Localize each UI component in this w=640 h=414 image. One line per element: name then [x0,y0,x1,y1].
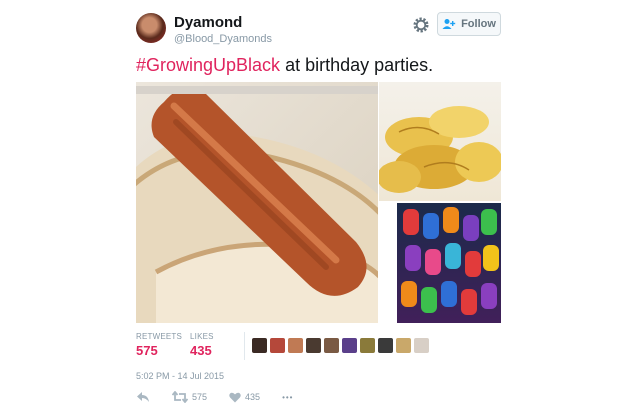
retweet-count: 575 [192,392,208,402]
retweet-button[interactable]: 575 [172,391,207,403]
tweet-card: Dyamond @Blood_Dyamonds Follow #GrowingU… [118,0,522,414]
follow-button[interactable]: Follow [437,12,501,36]
like-count: 435 [245,392,261,402]
liker-avatar[interactable] [342,338,357,353]
liker-avatar[interactable] [324,338,339,353]
liker-avatar[interactable] [360,338,375,353]
follow-person-icon [442,19,456,29]
likes-label: LIKES [190,332,214,341]
retweets-stat[interactable]: RETWEETS 575 [136,332,182,358]
reply-button[interactable] [136,391,150,403]
like-heart-icon [229,392,241,402]
liker-avatar[interactable] [288,338,303,353]
like-button[interactable]: 435 [229,392,260,403]
liker-avatar[interactable] [396,338,411,353]
tweet-timestamp[interactable]: 5:02 PM - 14 Jul 2015 [136,371,224,381]
photo-sausage-sandwich[interactable] [136,82,378,323]
tweet-text: #GrowingUpBlack at birthday parties. [136,55,433,76]
photo-potato-chips[interactable] [379,82,501,201]
gear-icon[interactable] [411,15,431,35]
follow-label: Follow [461,18,496,30]
tweet-stats: RETWEETS 575 LIKES 435 [136,332,501,370]
display-name[interactable]: Dyamond [174,14,242,31]
likes-value: 435 [190,343,212,358]
liker-avatar[interactable] [306,338,321,353]
liker-avatar[interactable] [270,338,285,353]
avatar[interactable] [136,13,166,43]
liker-avatar[interactable] [378,338,393,353]
likes-stat[interactable]: LIKES 435 [190,332,214,358]
retweet-icon [172,391,188,403]
more-icon: ••• [282,392,294,402]
tweet-body: at birthday parties. [280,55,434,75]
reply-icon [137,392,149,402]
retweets-label: RETWEETS [136,332,183,341]
photo-juice-barrels[interactable] [397,203,501,323]
hashtag-link[interactable]: #GrowingUpBlack [136,55,280,75]
more-button[interactable]: ••• [282,393,293,402]
stats-divider [244,332,245,360]
retweets-value: 575 [136,343,158,358]
tweet-actions: 575 435 ••• [136,388,336,406]
liker-avatars [252,338,429,353]
user-handle[interactable]: @Blood_Dyamonds [174,33,272,45]
liker-avatar[interactable] [252,338,267,353]
liker-avatar[interactable] [414,338,429,353]
media-grid [136,82,501,323]
